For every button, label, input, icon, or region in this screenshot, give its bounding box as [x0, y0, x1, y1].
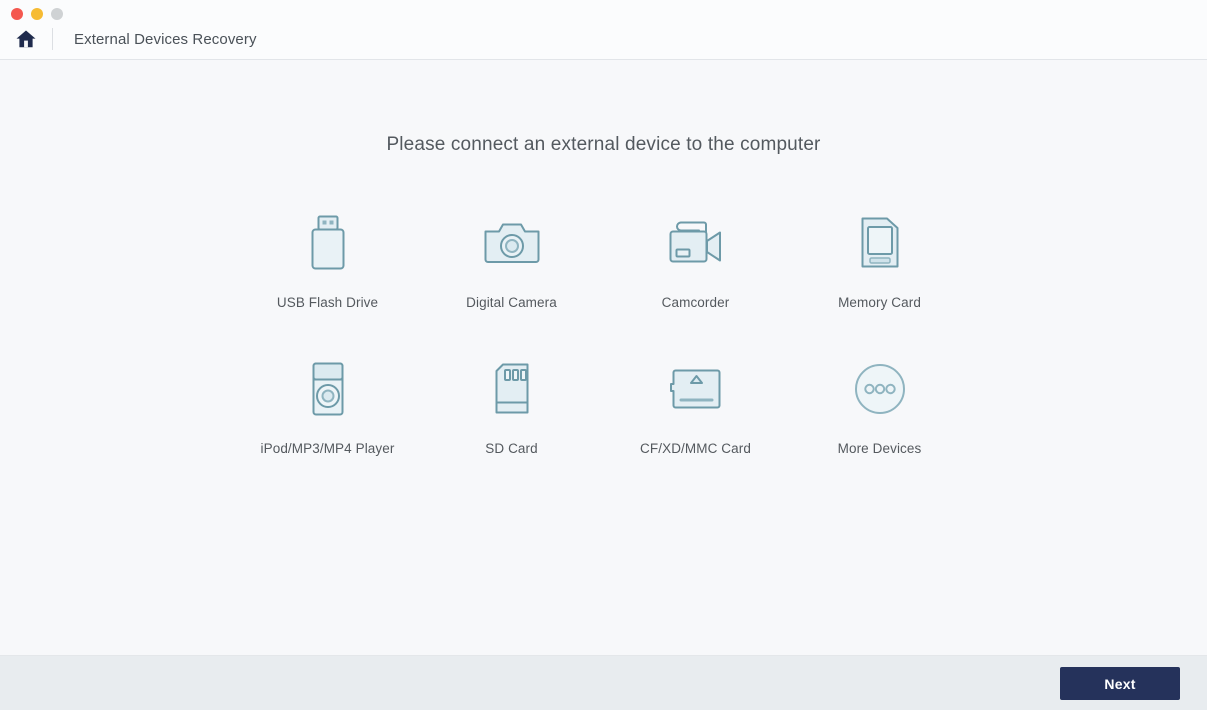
more-devices-icon	[844, 358, 916, 420]
usb-flash-drive-icon	[292, 212, 364, 274]
minimize-window-button[interactable]	[31, 8, 43, 20]
title-bar-row: External Devices Recovery	[0, 22, 1207, 56]
device-grid: USB Flash Drive Digital Camera Camcorder…	[236, 206, 972, 498]
cf-xd-mmc-card-icon	[660, 358, 732, 420]
device-label: Camcorder	[661, 295, 730, 310]
title-bar: External Devices Recovery	[0, 0, 1207, 60]
footer-bar: Next	[0, 656, 1207, 710]
close-window-button[interactable]	[11, 8, 23, 20]
device-tile-ipod-player[interactable]: iPod/MP3/MP4 Player	[236, 352, 420, 498]
device-tile-more-devices[interactable]: More Devices	[788, 352, 972, 498]
digital-camera-icon	[476, 212, 548, 274]
device-label: More Devices	[837, 441, 922, 456]
device-tile-memory-card[interactable]: Memory Card	[788, 206, 972, 352]
window-title: External Devices Recovery	[74, 30, 257, 48]
app-window: External Devices Recovery Please connect…	[0, 0, 1207, 710]
home-button[interactable]	[9, 25, 43, 53]
home-icon	[15, 29, 37, 49]
device-label: SD Card	[485, 441, 538, 456]
device-label: Memory Card	[838, 295, 921, 310]
zoom-window-button[interactable]	[51, 8, 63, 20]
device-label: iPod/MP3/MP4 Player	[260, 441, 395, 456]
device-tile-camcorder[interactable]: Camcorder	[604, 206, 788, 352]
next-button[interactable]: Next	[1060, 667, 1180, 700]
device-label: Digital Camera	[466, 295, 557, 310]
device-tile-digital-camera[interactable]: Digital Camera	[420, 206, 604, 352]
window-controls	[11, 8, 63, 20]
device-tile-cf-xd-mmc-card[interactable]: CF/XD/MMC Card	[604, 352, 788, 498]
device-tile-sd-card[interactable]: SD Card	[420, 352, 604, 498]
device-tile-usb-flash-drive[interactable]: USB Flash Drive	[236, 206, 420, 352]
device-label: USB Flash Drive	[276, 295, 379, 310]
title-divider	[52, 28, 53, 50]
device-label: CF/XD/MMC Card	[640, 441, 751, 456]
ipod-player-icon	[292, 358, 364, 420]
camcorder-icon	[660, 212, 732, 274]
sd-card-icon	[476, 358, 548, 420]
page-headline: Please connect an external device to the…	[386, 134, 821, 155]
memory-card-icon	[844, 212, 916, 274]
main-content: Please connect an external device to the…	[0, 60, 1207, 656]
